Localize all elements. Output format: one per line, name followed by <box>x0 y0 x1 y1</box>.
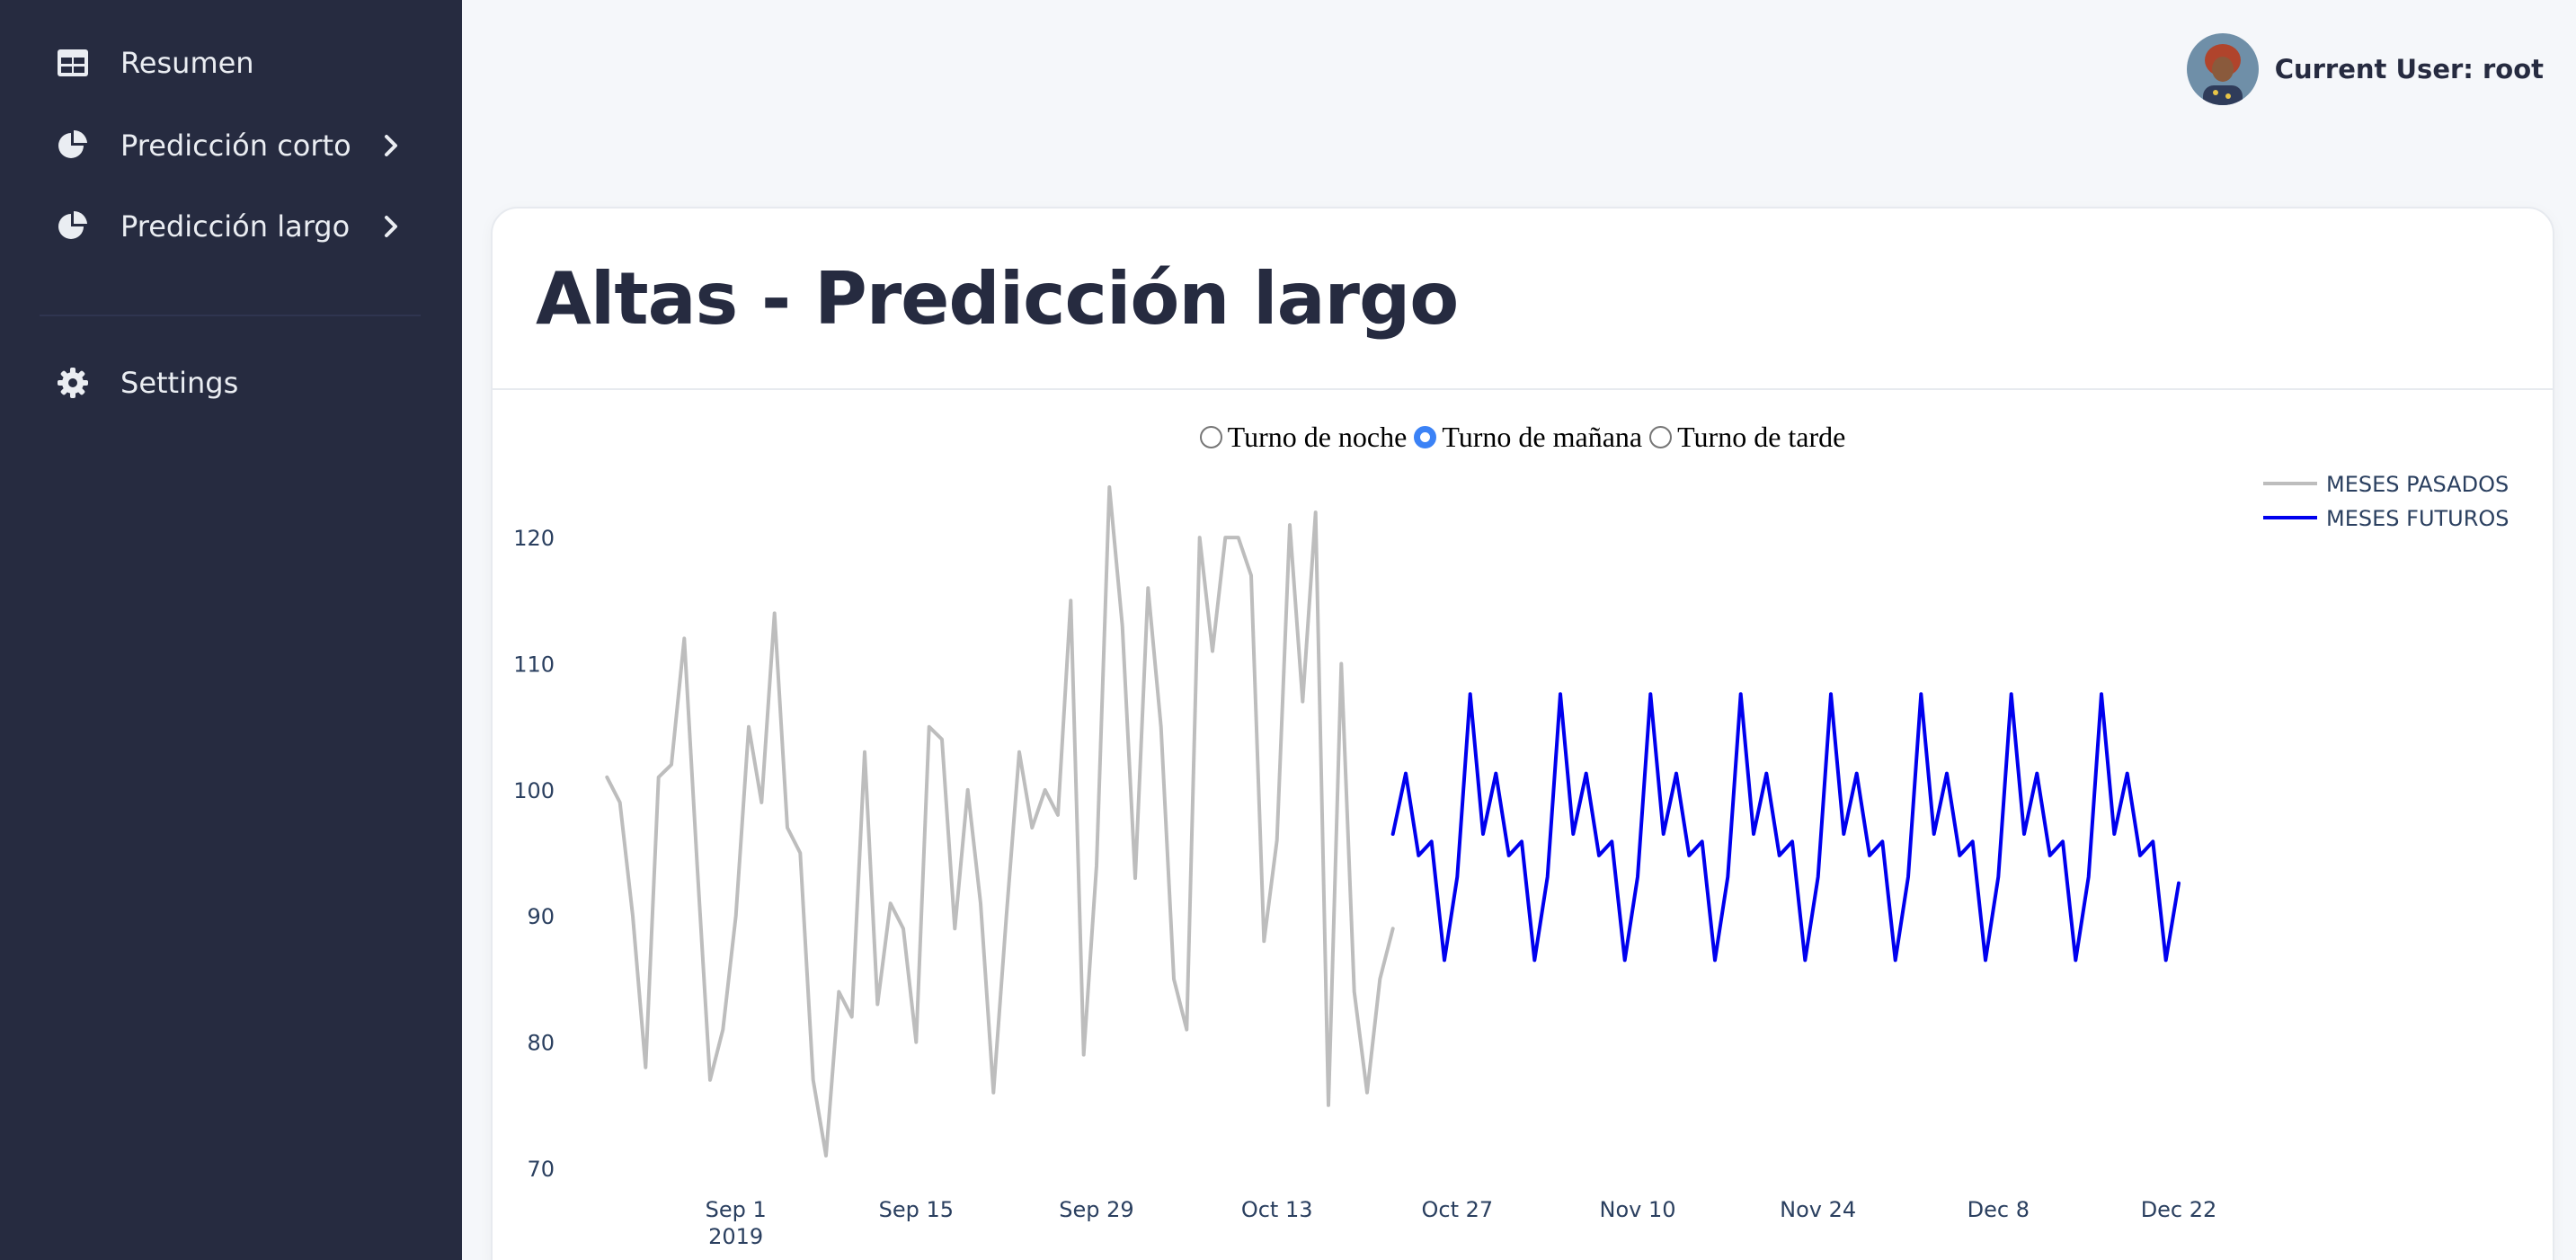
sidebar-item-label: Settings <box>120 366 239 400</box>
x-tick-label: Sep 15 <box>879 1197 954 1222</box>
table-icon <box>54 44 92 82</box>
pie-chart-icon <box>54 208 92 245</box>
chevron-right-icon <box>378 132 404 159</box>
pie-chart-icon <box>54 127 92 164</box>
series-line-1 <box>1390 692 2181 963</box>
y-tick-label: 100 <box>513 778 555 803</box>
chart-card: Altas - Predicción largo Turno de noche … <box>491 207 2554 1260</box>
sidebar: Resumen Predicción corto Predicción larg… <box>0 0 462 1260</box>
y-tick-label: 120 <box>513 526 555 551</box>
sidebar-item-prediccion-largo[interactable]: Predicción largo <box>54 195 413 258</box>
x-tick-label: Nov 24 <box>1780 1197 1856 1222</box>
y-tick-label: 90 <box>527 904 555 929</box>
y-tick-label: 70 <box>527 1157 555 1182</box>
x-tick-label: Sep 1 <box>706 1197 767 1222</box>
y-tick-label: 80 <box>527 1031 555 1056</box>
sidebar-item-label: Resumen <box>120 46 254 80</box>
x-tick-sublabel: 2019 <box>708 1224 763 1249</box>
x-tick-label: Dec 22 <box>2141 1197 2217 1222</box>
series-line-0 <box>605 485 1395 1158</box>
sidebar-item-resumen[interactable]: Resumen <box>54 31 413 94</box>
legend-label: MESES FUTUROS <box>2326 506 2509 531</box>
sidebar-divider <box>40 315 421 316</box>
user-label: Current User: root <box>2274 54 2544 84</box>
sidebar-item-settings[interactable]: Settings <box>54 351 413 414</box>
x-tick-label: Dec 8 <box>1968 1197 2030 1222</box>
legend-label: MESES PASADOS <box>2326 472 2509 497</box>
x-tick-label: Nov 10 <box>1599 1197 1675 1222</box>
x-tick-label: Oct 27 <box>1421 1197 1493 1222</box>
x-tick-label: Oct 13 <box>1241 1197 1313 1222</box>
sidebar-item-prediccion-corto[interactable]: Predicción corto <box>54 114 413 177</box>
gear-icon <box>54 364 92 402</box>
forecast-chart[interactable]: 70 80 90 100 110 120 Sep 12019 Sep 15 Sep 29 Oct … <box>493 209 2556 1260</box>
sidebar-item-label: Predicción corto <box>120 129 351 163</box>
current-user[interactable]: Current User: root <box>2186 32 2544 106</box>
chevron-right-icon <box>378 213 404 240</box>
avatar[interactable] <box>2186 33 2259 105</box>
y-tick-label: 110 <box>513 652 555 678</box>
x-tick-label: Sep 29 <box>1059 1197 1133 1222</box>
sidebar-item-label: Predicción largo <box>120 209 351 244</box>
